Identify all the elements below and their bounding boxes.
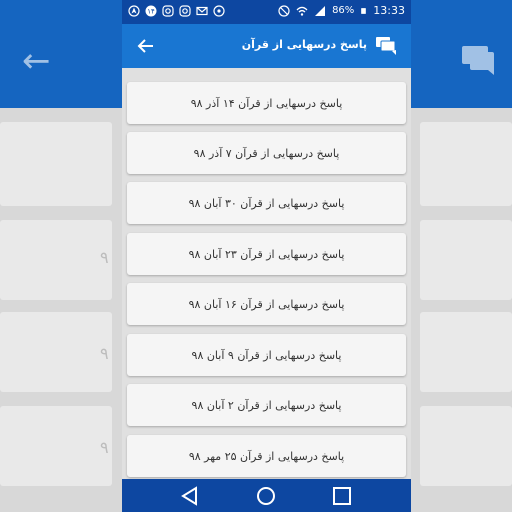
chat-icon — [376, 37, 396, 55]
background-card — [420, 122, 512, 206]
background-glyph: ۹ — [100, 438, 109, 457]
status-bar: ۱۴ 86% 13:33 — [122, 0, 411, 24]
list-item-label: پاسخ درسهایی از قرآن ۱۴ آذر ۹۸ — [190, 96, 343, 110]
navigation-icon — [128, 5, 140, 17]
background-chat-icon — [462, 46, 494, 75]
navigation-bar — [122, 479, 411, 512]
list-item-label: پاسخ درسهایی از قرآن ۷ آذر ۹۸ — [193, 146, 340, 160]
background-glyph: ۹ — [100, 344, 109, 363]
battery-percent: 86% — [332, 5, 355, 16]
background-card — [0, 312, 112, 392]
app-bar: پاسخ درسهایی از قرآن — [122, 24, 411, 68]
background-back-icon: ← — [22, 41, 51, 81]
list-item-label: پاسخ درسهایی از قرآن ۹ آبان ۹۸ — [191, 348, 342, 362]
list-item-label: پاسخ درسهایی از قرآن ۱۶ آبان ۹۸ — [188, 297, 345, 311]
background-card — [0, 122, 112, 206]
instagram-icon — [162, 5, 174, 17]
system-icons: 86% 13:33 — [278, 4, 405, 17]
list-item-label: پاسخ درسهایی از قرآن ۲۳ آبان ۹۸ — [188, 247, 345, 261]
status-time: 13:33 — [373, 4, 405, 17]
list-item[interactable]: پاسخ درسهایی از قرآن ۳۰ آبان ۹۸ — [127, 182, 406, 224]
lesson-list: پاسخ درسهایی از قرآن ۱۴ آذر ۹۸ پاسخ درسه… — [122, 68, 411, 479]
recents-square-icon[interactable] — [331, 485, 353, 507]
mute-icon — [278, 4, 290, 17]
back-triangle-icon[interactable] — [179, 485, 201, 507]
list-item[interactable]: پاسخ درسهایی از قرآن ۹ آبان ۹۸ — [127, 334, 406, 376]
signal-icon — [315, 5, 326, 16]
arrow-back-icon[interactable] — [134, 34, 158, 58]
list-item[interactable]: پاسخ درسهایی از قرآن ۲۳ آبان ۹۸ — [127, 233, 406, 275]
gmail-icon — [196, 6, 208, 16]
notification-icons: ۱۴ — [128, 5, 225, 17]
home-circle-icon[interactable] — [255, 485, 277, 507]
list-item[interactable]: پاسخ درسهایی از قرآن ۱۴ آذر ۹۸ — [127, 82, 406, 124]
location-icon — [213, 5, 225, 17]
badge-14-icon: ۱۴ — [145, 5, 157, 17]
svg-text:۱۴: ۱۴ — [147, 8, 155, 16]
background-card — [420, 312, 512, 392]
battery-icon — [361, 7, 367, 14]
list-item[interactable]: پاسخ درسهایی از قرآن ۲ آبان ۹۸ — [127, 384, 406, 426]
instagram-icon — [179, 5, 191, 17]
wifi-icon — [296, 6, 308, 16]
list-item-label: پاسخ درسهایی از قرآن ۲۵ مهر ۹۸ — [188, 449, 345, 463]
background-card — [420, 220, 512, 300]
background-glyph: ۹ — [100, 248, 109, 267]
phone-screen: ۱۴ 86% 13:33 پاسخ درسهایی از قرآن پاسخ د — [122, 0, 411, 512]
background-card — [0, 220, 112, 300]
background-card — [420, 406, 512, 486]
list-item[interactable]: پاسخ درسهایی از قرآن ۱۶ آبان ۹۸ — [127, 283, 406, 325]
list-item[interactable]: پاسخ درسهایی از قرآن ۷ آذر ۹۸ — [127, 132, 406, 174]
list-item-label: پاسخ درسهایی از قرآن ۳۰ آبان ۹۸ — [188, 196, 345, 210]
page-title: پاسخ درسهایی از قرآن — [241, 38, 367, 51]
list-item[interactable]: پاسخ درسهایی از قرآن ۲۵ مهر ۹۸ — [127, 435, 406, 477]
list-item-label: پاسخ درسهایی از قرآن ۲ آبان ۹۸ — [191, 398, 342, 412]
background-card — [0, 406, 112, 486]
